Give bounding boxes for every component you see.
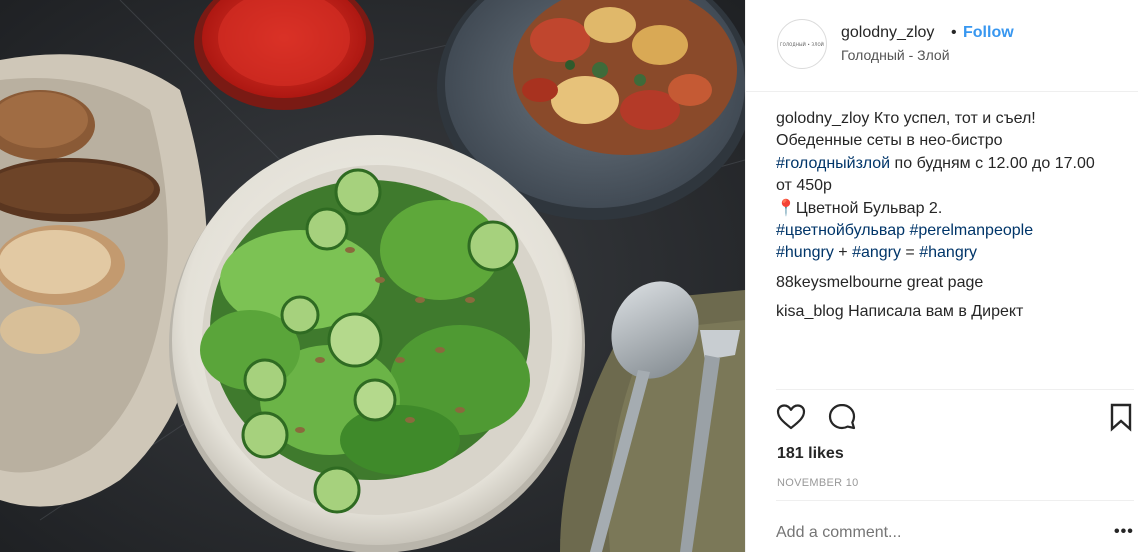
divider [776,389,1134,390]
hashtag-link[interactable]: #hungry [776,244,834,261]
heart-icon[interactable] [776,402,806,432]
hashtag-link[interactable]: #hangry [919,244,977,261]
post-date[interactable]: NOVEMBER 10 [777,477,859,489]
post-panel: ГОЛОДНЫЙ • ЗЛОЙ golodny_zloy • Follow Го… [745,0,1138,552]
comment-text: Написала вам в Директ [848,303,1024,321]
post-image[interactable] [0,0,745,552]
separator-dot: • [951,24,957,41]
follow-button[interactable]: Follow [963,24,1014,42]
caption-line: Кто успел, тот и съел! [873,110,1036,127]
bookmark-icon[interactable] [1106,402,1136,432]
post-header: ГОЛОДНЫЙ • ЗЛОЙ golodny_zloy • Follow Го… [746,0,1138,92]
avatar[interactable]: ГОЛОДНЫЙ • ЗЛОЙ [777,19,827,69]
hashtag-link[interactable]: #perelmanpeople [909,222,1033,239]
action-bar [776,402,1136,432]
location-link[interactable]: Голодный - Злой [841,47,950,63]
caption-line: + [833,244,853,262]
comment-username[interactable]: kisa_blog [776,303,844,320]
hashtag-link[interactable]: #цветнойбульвар [776,222,905,239]
likes-count[interactable]: 181 likes [777,445,844,463]
caption-line: от 450р [776,177,832,195]
caption-line: = [900,244,920,262]
more-options-icon[interactable]: ••• [1114,523,1134,541]
comment-item: 88keysmelbourne great page [776,272,1131,294]
caption: golodny_zloy Кто успел, тот и съел! Обед… [776,108,1131,265]
comment-item: kisa_blog Написала вам в Директ [776,301,1131,323]
comment-bubble-icon[interactable] [827,402,857,432]
caption-line: Обеденные сеты в нео-бистро [776,132,1003,150]
salad-bowl [169,135,585,552]
comment-username[interactable]: 88keysmelbourne [776,274,902,291]
avatar-logo-text: ГОЛОДНЫЙ • ЗЛОЙ [779,41,824,47]
username[interactable]: golodny_zloy [841,24,934,42]
caption-line: 📍Цветной Бульвар 2. [776,199,943,217]
caption-username[interactable]: golodny_zloy [776,110,869,127]
hashtag-link[interactable]: #angry [852,244,901,261]
comment-text: great page [906,273,984,291]
caption-line: по будням с 12.00 до 17.00 [890,154,1095,172]
add-comment-input[interactable] [776,524,1096,542]
comments-section: golodny_zloy Кто успел, тот и съел! Обед… [776,108,1131,324]
hashtag-link[interactable]: #голодныйзлой [776,155,890,172]
divider [776,500,1134,501]
